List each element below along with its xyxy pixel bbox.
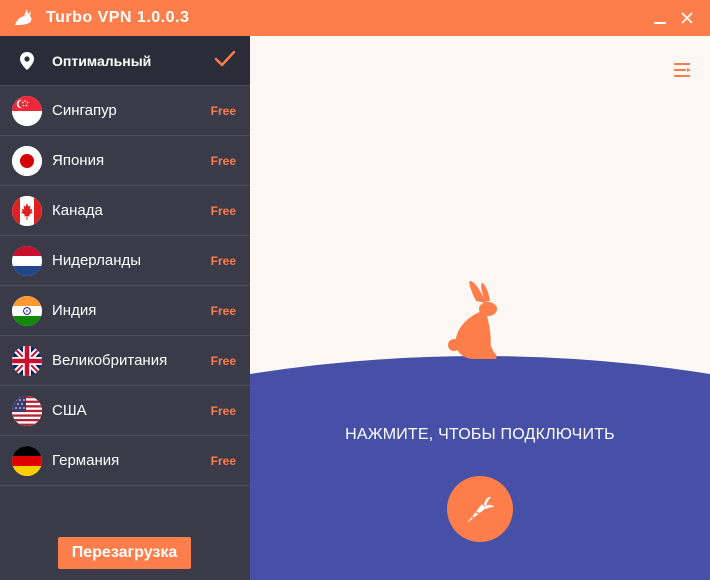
server-name: Сингапур xyxy=(52,102,117,119)
turbo-rabbit-logo-icon xyxy=(12,7,34,29)
carrot-icon xyxy=(467,496,494,523)
main-panel: НАЖМИТЕ, ЧТОБЫ ПОДКЛЮЧИТЬ xyxy=(250,36,710,580)
close-icon xyxy=(681,12,693,24)
minimize-icon xyxy=(654,22,666,24)
server-name: Индия xyxy=(52,302,97,319)
japan-flag-icon xyxy=(12,145,42,176)
checkmark-icon xyxy=(214,49,236,74)
rabbit-mascot-icon xyxy=(448,281,497,359)
server-name: Япония xyxy=(52,152,105,169)
server-item-optimal[interactable]: Оптимальный xyxy=(0,36,250,86)
usa-flag-icon xyxy=(12,395,42,426)
server-name: Канада xyxy=(52,202,103,219)
app-title: Turbo VPN 1.0.0.3 xyxy=(46,9,190,26)
minimize-button[interactable] xyxy=(645,0,675,36)
free-badge: Free xyxy=(210,303,236,318)
server-item-singapore[interactable]: Сингапур Free xyxy=(0,86,250,136)
server-name: США xyxy=(52,402,87,419)
server-item-usa[interactable]: США Free xyxy=(0,386,250,436)
india-flag-icon xyxy=(12,295,42,326)
free-badge: Free xyxy=(210,253,236,268)
free-badge: Free xyxy=(210,353,236,368)
connect-prompt: НАЖМИТЕ, ЧТОБЫ ПОДКЛЮЧИТЬ xyxy=(345,426,615,443)
server-item-canada[interactable]: Канада Free xyxy=(0,186,250,236)
menu-icon xyxy=(674,63,691,77)
free-badge: Free xyxy=(210,203,236,218)
close-button[interactable] xyxy=(672,0,702,36)
netherlands-flag-icon xyxy=(12,245,42,276)
server-name: Нидерланды xyxy=(52,252,142,269)
server-item-uk[interactable]: Великобритания Free xyxy=(0,336,250,386)
title-bar: Turbo VPN 1.0.0.3 xyxy=(0,0,710,36)
hill-background xyxy=(250,356,710,580)
location-pin-icon xyxy=(12,46,42,76)
server-item-japan[interactable]: Япония Free xyxy=(0,136,250,186)
server-list-sidebar: Оптимальный Сингапур Free Япония Free Ка… xyxy=(0,36,250,580)
canada-flag-icon xyxy=(12,195,42,226)
connect-button[interactable] xyxy=(447,476,513,542)
server-name: Великобритания xyxy=(52,352,168,369)
free-badge: Free xyxy=(210,403,236,418)
singapore-flag-icon xyxy=(12,95,42,126)
server-name: Германия xyxy=(52,452,120,469)
uk-flag-icon xyxy=(12,345,42,376)
server-item-netherlands[interactable]: Нидерланды Free xyxy=(0,236,250,286)
server-item-germany[interactable]: Германия Free xyxy=(0,436,250,486)
free-badge: Free xyxy=(210,103,236,118)
free-badge: Free xyxy=(210,153,236,168)
free-badge: Free xyxy=(210,453,236,468)
refresh-button[interactable]: Перезагрузка xyxy=(58,537,191,569)
germany-flag-icon xyxy=(12,445,42,476)
server-item-india[interactable]: Индия Free xyxy=(0,286,250,336)
menu-button[interactable] xyxy=(672,59,694,81)
server-name-optimal: Оптимальный xyxy=(52,52,152,69)
